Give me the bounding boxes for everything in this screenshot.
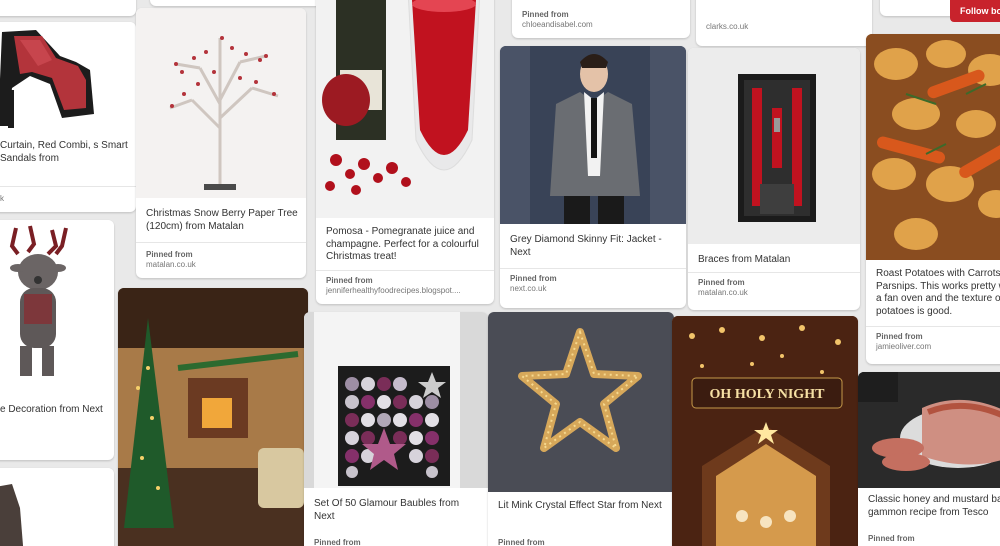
pin-source: Pinned from jamieoliver.com bbox=[876, 332, 932, 351]
pin-source-link[interactable]: jenniferhealthyfoodrecipes.blogspot.... bbox=[326, 286, 461, 295]
pin-card-top-stub-1[interactable] bbox=[0, 0, 136, 16]
pin-card-star[interactable]: Lit Mink Crystal Effect Star from Next P… bbox=[488, 312, 674, 546]
pin-description: Curtain, Red Combi, s Smart Sandals from bbox=[0, 140, 128, 164]
pin-source: clarks.co.uk bbox=[706, 22, 864, 32]
pin-description: Set Of 50 Glamour Baubles from Next bbox=[314, 498, 460, 522]
pin-source: Pinned from matalan.co.uk bbox=[698, 278, 748, 297]
pin-source: Pinned from next.co.uk bbox=[510, 274, 557, 293]
pin-board: Curtain, Red Combi, s Smart Sandals from… bbox=[0, 0, 1000, 546]
pin-card-living-room[interactable] bbox=[118, 288, 308, 546]
divider bbox=[500, 268, 686, 269]
pin-image-sandals[interactable] bbox=[0, 22, 136, 134]
divider bbox=[688, 272, 860, 273]
pin-description: e Decoration from Next bbox=[0, 404, 103, 415]
pin-card-reindeer[interactable]: e Decoration from Next bbox=[0, 220, 114, 460]
pin-source: Pinned from bbox=[868, 534, 915, 543]
pin-card-baubles[interactable]: Set Of 50 Glamour Baubles from Next Pinn… bbox=[304, 312, 488, 546]
pin-source-link[interactable]: matalan.co.uk bbox=[146, 260, 196, 269]
oh-holy-night-sign: OH HOLY NIGHT bbox=[710, 387, 826, 402]
pin-image-living-room[interactable] bbox=[118, 288, 308, 546]
pin-image-star[interactable] bbox=[488, 312, 674, 492]
pin-source-link[interactable]: chloeandisabel.com bbox=[522, 20, 593, 29]
pin-source-link[interactable]: matalan.co.uk bbox=[698, 288, 748, 297]
follow-board-button[interactable]: Follow bo bbox=[950, 0, 1000, 22]
pin-image-nativity[interactable]: OH HOLY NIGHT bbox=[672, 316, 858, 546]
pin-description: Pomosa - Pomegranate juice and champagne… bbox=[326, 226, 479, 262]
pin-source: k bbox=[0, 194, 128, 204]
pin-description: Grey Diamond Skinny Fit: Jacket - Next bbox=[510, 234, 662, 258]
pin-source-link[interactable]: next.co.uk bbox=[510, 284, 546, 293]
pin-description: Christmas Snow Berry Paper Tree (120cm) … bbox=[146, 208, 298, 232]
pin-source: Pinned from bbox=[314, 538, 361, 546]
pin-source-link[interactable]: jamieoliver.com bbox=[876, 342, 931, 351]
pin-image-jacket[interactable] bbox=[500, 46, 686, 224]
pin-card-top-stub-2[interactable] bbox=[150, 0, 322, 6]
pin-description: Braces from Matalan bbox=[698, 254, 791, 265]
pin-source: Pinned from jenniferhealthyfoodrecipes.bl… bbox=[326, 276, 461, 295]
pin-description: Classic honey and mustard bak gammon rec… bbox=[868, 494, 1000, 518]
pin-card-tree[interactable]: Christmas Snow Berry Paper Tree (120cm) … bbox=[136, 8, 306, 278]
pin-image-gammon[interactable] bbox=[858, 372, 1000, 488]
pin-card-braces[interactable]: Braces from Matalan Pinned from matalan.c… bbox=[688, 48, 860, 310]
pin-description: Roast Potatoes with Carrots Parsnips. Th… bbox=[876, 268, 1000, 317]
pin-image-potatoes[interactable] bbox=[866, 34, 1000, 260]
pin-card-potatoes[interactable]: Roast Potatoes with Carrots Parsnips. Th… bbox=[866, 34, 1000, 364]
pin-source: Pinned from matalan.co.uk bbox=[146, 250, 196, 269]
pin-description: Lit Mink Crystal Effect Star from Next bbox=[498, 500, 662, 511]
divider bbox=[0, 186, 136, 187]
pin-card-pomosa[interactable]: Pomosa - Pomegranate juice and champagne… bbox=[316, 0, 494, 304]
pin-image-reindeer[interactable] bbox=[0, 220, 114, 395]
pin-card-sandals[interactable]: Curtain, Red Combi, s Smart Sandals from… bbox=[0, 22, 136, 212]
pin-card-jacket[interactable]: Grey Diamond Skinny Fit: Jacket - Next P… bbox=[500, 46, 686, 308]
pin-source: Pinned from bbox=[498, 538, 545, 546]
pin-source-link[interactable]: clarks.co.uk bbox=[706, 22, 748, 31]
pin-card-gammon[interactable]: Classic honey and mustard bak gammon rec… bbox=[858, 372, 1000, 546]
pin-image-baubles[interactable] bbox=[304, 312, 488, 488]
divider bbox=[866, 326, 1000, 327]
pin-source-link[interactable]: k bbox=[0, 194, 4, 203]
pin-image-boot[interactable] bbox=[0, 468, 114, 546]
pin-card-chloe[interactable]: Pinned from chloeandisabel.com bbox=[512, 0, 690, 38]
pin-card-boot[interactable] bbox=[0, 468, 114, 546]
pin-card-nativity[interactable]: OH HOLY NIGHT bbox=[672, 316, 858, 546]
pin-source: Pinned from chloeandisabel.com bbox=[522, 10, 593, 29]
pin-image-braces[interactable] bbox=[688, 48, 860, 244]
divider bbox=[316, 270, 494, 271]
pin-image-pomosa[interactable] bbox=[316, 0, 494, 218]
pin-card-clarks[interactable]: clarks.co.uk bbox=[696, 0, 872, 46]
divider bbox=[136, 242, 306, 243]
pin-image-tree[interactable] bbox=[136, 8, 306, 198]
